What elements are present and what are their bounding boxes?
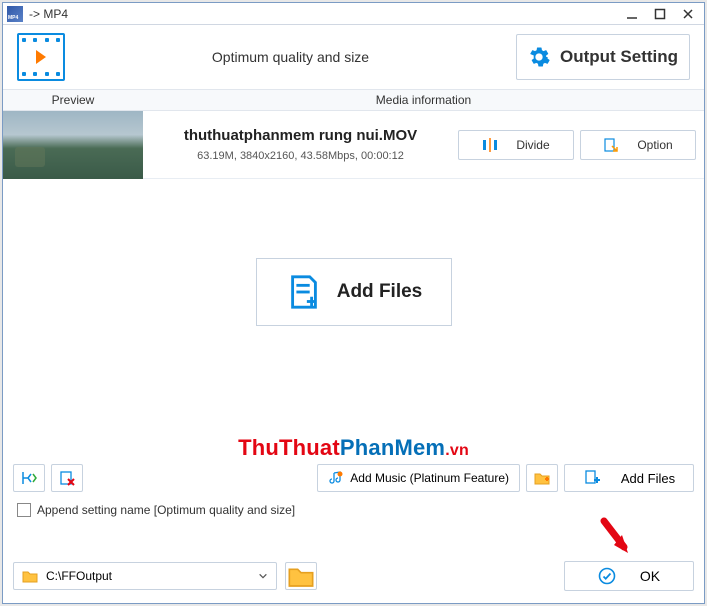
app-icon: [7, 6, 23, 22]
file-row[interactable]: thuthuatphanmem rung nui.MOV 63.19M, 384…: [3, 111, 704, 179]
add-files-button[interactable]: Add Files: [564, 464, 694, 492]
divide-icon: [482, 137, 498, 153]
add-files-big-button[interactable]: Add Files: [256, 258, 452, 326]
output-setting-label: Output Setting: [560, 47, 678, 67]
remove-button[interactable]: [51, 464, 83, 492]
append-checkbox[interactable]: [17, 503, 31, 517]
file-add-icon: [583, 469, 601, 487]
ok-label: OK: [640, 568, 660, 584]
folder-add-icon: [533, 469, 551, 487]
check-circle-icon: [598, 567, 616, 585]
divide-button[interactable]: Divide: [458, 130, 574, 160]
browse-folder-button[interactable]: [285, 562, 317, 590]
app-window: -> MP4 Optimum quality and size Output S…: [2, 2, 705, 604]
file-name: thuthuatphanmem rung nui.MOV: [184, 127, 417, 144]
titlebar: -> MP4: [3, 3, 704, 25]
close-button[interactable]: [676, 5, 700, 23]
profile-title: Optimum quality and size: [65, 49, 516, 65]
gear-icon: [528, 46, 550, 68]
folder-icon: [286, 561, 316, 591]
minimize-button[interactable]: [620, 5, 644, 23]
option-label: Option: [637, 138, 672, 152]
video-thumbnail: [3, 111, 143, 179]
add-music-button[interactable]: Add Music (Platinum Feature): [317, 464, 520, 492]
header: Optimum quality and size Output Setting: [3, 25, 704, 89]
output-setting-button[interactable]: Output Setting: [516, 34, 690, 80]
app-logo-icon: [17, 33, 65, 81]
watermark: ThuThuatPhanMem.vn: [238, 435, 469, 461]
option-icon: [603, 137, 619, 153]
music-icon: [328, 470, 344, 486]
output-path-dropdown[interactable]: C:\FFOutput: [13, 562, 277, 590]
maximize-button[interactable]: [648, 5, 672, 23]
append-label: Append setting name [Optimum quality and…: [37, 503, 295, 517]
document-add-icon: [285, 273, 323, 311]
add-music-label: Add Music (Platinum Feature): [350, 471, 509, 485]
window-title: -> MP4: [29, 7, 620, 21]
annotation-arrow: [598, 517, 634, 559]
media-info: thuthuatphanmem rung nui.MOV 63.19M, 384…: [143, 111, 458, 178]
divide-label: Divide: [516, 138, 549, 152]
merge-button[interactable]: [13, 464, 45, 492]
file-meta: 63.19M, 3840x2160, 43.58Mbps, 00:00:12: [197, 150, 404, 162]
remove-icon: [58, 469, 76, 487]
column-media-info: Media information: [143, 93, 704, 107]
bottom-row: C:\FFOutput OK: [13, 561, 694, 591]
add-files-big-label: Add Files: [337, 281, 423, 303]
column-preview: Preview: [3, 93, 143, 107]
option-button[interactable]: Option: [580, 130, 696, 160]
append-setting-row: Append setting name [Optimum quality and…: [17, 503, 295, 517]
add-folder-button[interactable]: [526, 464, 558, 492]
output-path-text: C:\FFOutput: [46, 569, 112, 583]
folder-icon: [22, 568, 38, 584]
chevron-down-icon: [258, 571, 268, 581]
merge-icon: [20, 469, 38, 487]
column-headers: Preview Media information: [3, 89, 704, 111]
ok-button[interactable]: OK: [564, 561, 694, 591]
add-files-label: Add Files: [621, 471, 675, 486]
toolbar: Add Music (Platinum Feature) Add Files: [13, 463, 694, 493]
